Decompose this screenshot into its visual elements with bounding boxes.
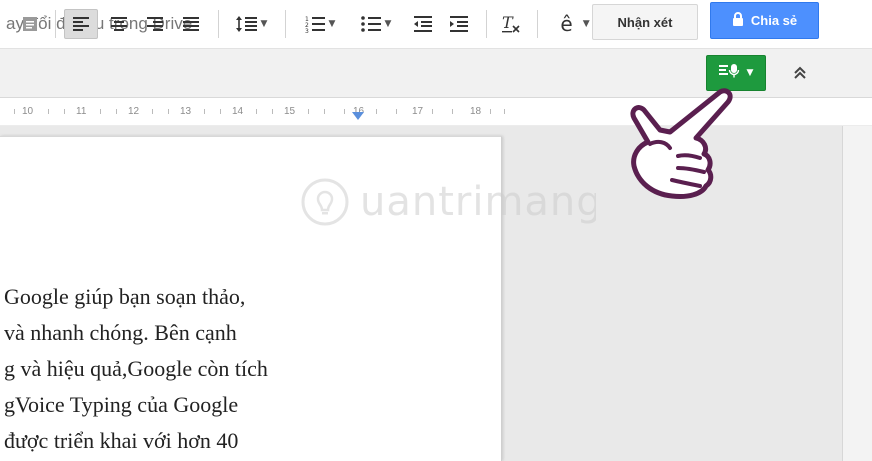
align-justify-button[interactable] [176,9,206,39]
increase-indent-icon [450,16,468,32]
chevron-down-icon: ▼ [384,19,392,29]
document-line: gVoice Typing của Google [4,392,239,417]
share-button[interactable]: Chia sẻ [710,2,819,39]
decrease-indent-button[interactable] [408,9,438,39]
collapse-icon [794,66,806,79]
ruler-tick [324,109,325,114]
pointing-hand-icon [630,88,733,199]
svg-text:T: T [502,14,514,32]
align-left-button[interactable] [64,9,98,39]
bulleted-list-button[interactable]: ▼ [352,9,400,39]
document-line: được triển khai với hơn 40 [4,428,239,453]
document-line: g và hiệu quả,Google còn tích [4,356,268,381]
increase-indent-button[interactable] [444,9,474,39]
ruler-tick [100,109,101,114]
input-tools-icon: ê [560,12,573,36]
ruler-tick [272,109,273,114]
ruler-tick [168,109,169,114]
lock-icon [732,12,744,29]
ruler-number: 10 [22,106,34,117]
document-line: và nhanh chóng. Bên cạnh [4,320,237,345]
ruler-tick [396,109,397,114]
document-body[interactable]: Google giúp bạn soạn thảo, và nhanh chón… [4,279,268,459]
ruler-tick [504,109,505,114]
toolbar-separator [55,10,56,38]
numbered-list-button[interactable]: 123 ▼ [296,9,344,39]
chevron-down-icon: ▼ [746,68,754,78]
document-line: Google giúp bạn soạn thảo, [4,284,246,309]
ruler-tick [452,109,453,114]
align-right-button[interactable] [140,9,170,39]
toolbar-separator [218,10,219,38]
ruler-tick [116,109,117,114]
ruler-number: 12 [128,106,140,117]
ruler-number: 11 [76,106,87,117]
comments-button[interactable]: Nhận xét [592,4,698,40]
chevron-down-icon: ▼ [260,19,268,29]
ruler-tick [256,109,257,114]
line-spacing-button[interactable]: ▼ [228,9,274,39]
ruler-number: 17 [412,106,424,117]
ruler-number: 14 [232,106,244,117]
ruler-tick [220,109,221,114]
align-left-icon [73,17,89,31]
svg-text:3: 3 [305,28,309,33]
ruler-number: 18 [470,106,482,117]
toolbar-separator [537,10,538,38]
ruler-tick [432,109,433,114]
ruler-tick [376,109,377,114]
numbered-list-icon: 123 [305,15,325,33]
chevron-down-icon: ▼ [582,19,590,29]
clear-formatting-icon: T [501,14,521,34]
bulleted-list-icon [360,15,381,33]
align-center-icon [111,17,127,31]
toolbar-separator [285,10,286,38]
share-label: Chia sẻ [750,13,798,28]
ruler-tick [344,109,345,114]
ruler-tick [204,109,205,114]
ruler-tick [152,109,153,114]
ruler-tick [490,109,491,114]
align-center-button[interactable] [104,9,134,39]
ruler-tick [64,109,65,114]
clear-formatting-button[interactable]: T [496,9,526,39]
chevron-down-icon: ▼ [328,19,336,29]
ruler-number: 13 [180,106,192,117]
scrollbar-track[interactable] [842,126,872,461]
ruler-number: 15 [284,106,296,117]
voice-typing-icon [718,63,741,84]
indent-marker[interactable] [352,112,364,120]
collapse-toolbar-button[interactable] [786,58,814,88]
align-justify-icon [183,17,199,31]
decrease-indent-icon [414,16,432,32]
ruler-tick [14,109,15,114]
ruler-tick [308,109,309,114]
input-tools-button[interactable]: ê ▼ [550,9,600,39]
line-spacing-icon [235,15,257,33]
page-icon[interactable] [16,9,44,39]
align-right-icon [147,17,163,31]
ruler-tick [48,109,49,114]
toolbar-separator [486,10,487,38]
